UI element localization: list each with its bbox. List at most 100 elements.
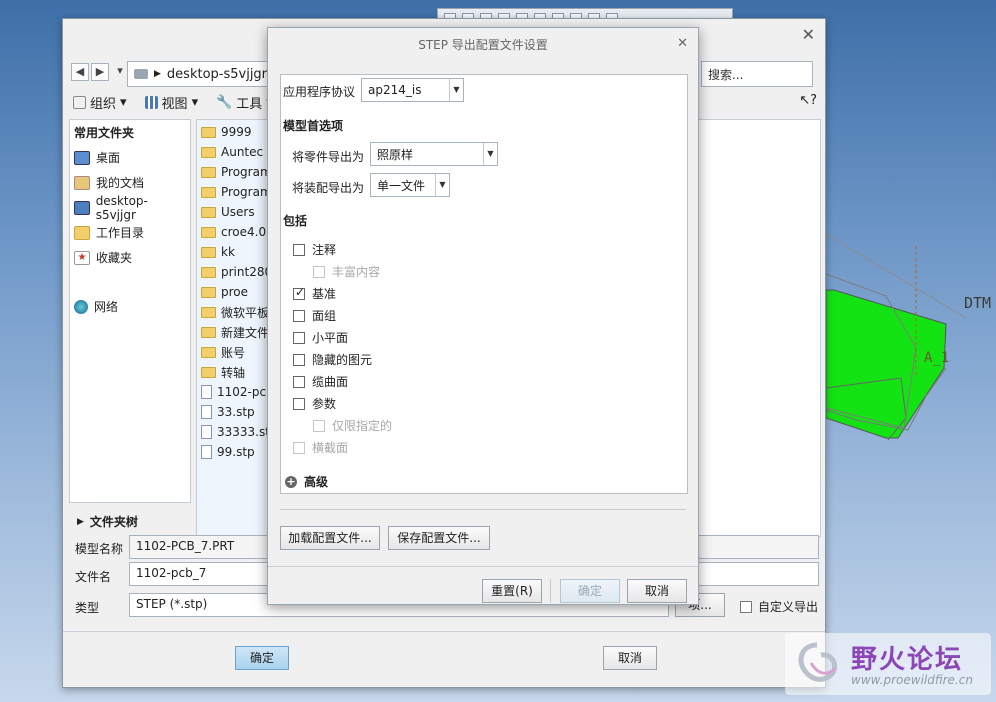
option-label: 基准 xyxy=(312,287,337,301)
close-icon[interactable]: ✕ xyxy=(802,25,815,44)
file-name: print280 xyxy=(221,265,273,279)
sidebar-item-label: 收藏夹 xyxy=(96,251,133,265)
address-path: desktop-s5vjjgr xyxy=(166,66,268,82)
list-item[interactable]: Program xyxy=(197,162,275,182)
folder-icon xyxy=(201,166,216,178)
folder-icon xyxy=(201,366,216,378)
protocol-select[interactable]: ap214_is ▼ xyxy=(361,78,464,102)
custom-export-checkbox[interactable]: 自定义导出 xyxy=(740,598,818,615)
checkbox-box xyxy=(293,397,305,410)
sidebar-item-network[interactable]: 网络 xyxy=(70,294,190,319)
preview-pane xyxy=(695,119,821,537)
list-item[interactable]: print280 xyxy=(197,262,275,282)
settings-panel: 应用程序协议 ap214_is ▼ 模型首选项 将零件导出为 照原样 ▼ 将装配… xyxy=(280,74,688,494)
list-item[interactable]: proe xyxy=(197,282,275,302)
file-name: 新建文件 xyxy=(221,325,270,340)
option-facets[interactable]: 小平面 xyxy=(293,329,348,346)
common-folders-pane: 常用文件夹 桌面 我的文档 desktop-s5vjjgr 工作目录 ★ 收藏夹… xyxy=(69,119,191,503)
option-annotations[interactable]: 注释 xyxy=(293,241,336,258)
sidebar-item-workdir[interactable]: 工作目录 xyxy=(70,220,190,245)
file-name: 9999 xyxy=(221,125,252,139)
network-icon xyxy=(74,299,88,314)
file-icon xyxy=(201,405,212,419)
advanced-label: 高级 xyxy=(304,475,329,489)
list-item[interactable]: Auntec xyxy=(197,142,275,162)
close-icon[interactable]: ✕ xyxy=(677,36,688,51)
sidebar-item-label: desktop-s5vjjgr xyxy=(95,193,148,222)
sidebar-item-documents[interactable]: 我的文档 xyxy=(70,170,190,195)
organize-label: 组织 xyxy=(90,96,117,112)
expand-triangle-icon: ▶ xyxy=(77,516,84,527)
back-button[interactable]: ◀ xyxy=(71,63,89,81)
checkbox-box: ✓ xyxy=(293,285,305,300)
checkbox-box xyxy=(740,600,752,613)
option-datums[interactable]: ✓ 基准 xyxy=(293,285,336,302)
protocol-value: ap214_is xyxy=(368,83,422,97)
option-label: 缆曲面 xyxy=(312,375,349,389)
list-item[interactable]: Program xyxy=(197,182,275,202)
option-label: 面组 xyxy=(312,309,337,323)
folder-tree-label: 文件夹树 xyxy=(89,515,138,529)
export-assembly-select[interactable]: 单一文件 ▼ xyxy=(370,173,450,197)
search-input[interactable]: 搜索... xyxy=(701,61,813,87)
list-item[interactable]: Users xyxy=(197,202,275,222)
checkbox-box xyxy=(293,331,305,344)
reset-button[interactable]: 重置(R) xyxy=(482,579,542,603)
checkbox-box xyxy=(293,375,305,388)
context-help-icon[interactable]: ↖? xyxy=(799,93,817,108)
tools-menu[interactable]: 🔧 工具 ▾ xyxy=(216,93,273,112)
favorites-icon: ★ xyxy=(74,250,90,265)
save-config-button[interactable]: 保存配置文件... xyxy=(388,526,490,550)
advanced-expander[interactable]: + 高级 xyxy=(285,473,328,490)
file-name: 微软平板 xyxy=(221,305,270,320)
list-item[interactable]: 1102-pcb xyxy=(197,382,275,402)
cancel-button[interactable]: 取消 xyxy=(627,579,687,603)
export-assembly-value: 单一文件 xyxy=(377,178,426,193)
sidebar-item-computer[interactable]: desktop-s5vjjgr xyxy=(70,193,190,222)
dropdown-arrow-icon: ▼ xyxy=(449,79,463,101)
file-name: Program xyxy=(221,165,272,179)
option-parameters[interactable]: 参数 xyxy=(293,395,336,412)
list-item[interactable]: 新建文件 xyxy=(197,322,275,342)
option-label: 注释 xyxy=(312,243,337,257)
list-item[interactable]: 33333.st xyxy=(197,422,275,442)
model-name-label: 模型名称 xyxy=(75,542,124,556)
file-name-label: 文件名 xyxy=(75,570,112,584)
checkbox-box xyxy=(313,265,325,278)
checkbox-box xyxy=(293,309,305,322)
list-item[interactable]: kk xyxy=(197,242,275,262)
datum-label-dtm: DTM xyxy=(964,294,991,312)
option-cross-sections: 横截面 xyxy=(293,439,348,456)
list-item[interactable]: 99.stp xyxy=(197,442,275,462)
sidebar-item-desktop[interactable]: 桌面 xyxy=(70,145,190,170)
expand-plus-icon: + xyxy=(285,474,297,488)
option-quilts[interactable]: 面组 xyxy=(293,307,336,324)
export-parts-select[interactable]: 照原样 ▼ xyxy=(370,142,498,166)
option-hidden-entities[interactable]: 隐藏的图元 xyxy=(293,351,372,368)
divider xyxy=(280,509,686,510)
list-item[interactable]: 转轴 xyxy=(197,362,275,382)
option-label: 丰富内容 xyxy=(332,265,381,279)
dialog-title: STEP 导出配置文件设置 xyxy=(418,38,548,52)
address-bar[interactable]: ▶ desktop-s5vjjgr xyxy=(127,61,277,87)
tools-label: 工具 xyxy=(236,96,263,112)
organize-menu[interactable]: 组织 ▾ xyxy=(73,93,127,112)
view-menu[interactable]: 视图 ▾ xyxy=(144,93,198,112)
list-item[interactable]: 微软平板 xyxy=(197,302,275,322)
list-item[interactable]: 33.stp xyxy=(197,402,275,422)
sidebar-item-favorites[interactable]: ★ 收藏夹 xyxy=(70,245,190,270)
watermark: 野火论坛 www.proewildfire.cn xyxy=(785,633,991,695)
checkbox-box xyxy=(293,353,305,366)
folder-tree-toggle[interactable]: ▶ 文件夹树 xyxy=(77,513,138,530)
cancel-button[interactable]: 取消 xyxy=(603,646,657,670)
list-item[interactable]: 9999 xyxy=(197,122,275,142)
chevron-down-icon: ▾ xyxy=(120,94,127,110)
list-item[interactable]: 账号 xyxy=(197,342,275,362)
list-item[interactable]: croe4.0 xyxy=(197,222,275,242)
dropdown-arrow-icon: ▼ xyxy=(483,143,497,165)
option-cabling-surfaces[interactable]: 缆曲面 xyxy=(293,373,348,390)
load-config-button[interactable]: 加载配置文件... xyxy=(280,526,380,550)
forward-button[interactable]: ▶ xyxy=(91,63,109,81)
option-label: 仅限指定的 xyxy=(332,419,393,433)
ok-button[interactable]: 确定 xyxy=(235,646,289,670)
